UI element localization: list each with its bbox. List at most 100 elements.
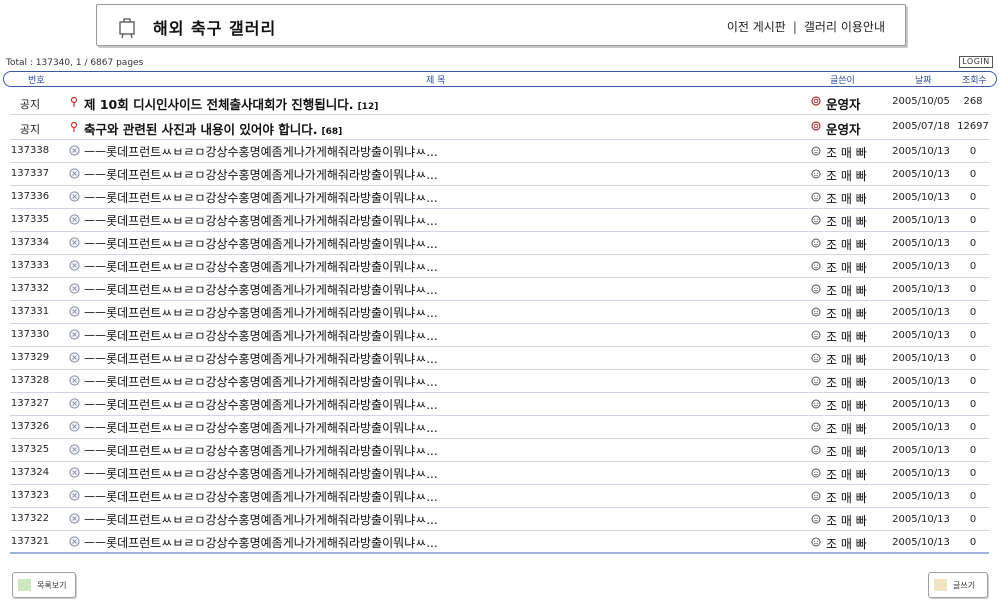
post-subject-link[interactable]: ㅡㅡ롯데프런트ㅆㅂㄹㅁ강상수홍명예좀게나가게해줘라방출이뭐냐ㅆ... [84,235,438,252]
post-subject-link[interactable]: ㅡㅡ롯데프런트ㅆㅂㄹㅁ강상수홍명예좀게나가게해줘라방출이뭐냐ㅆ... [84,258,438,275]
post-number: 137328 [10,375,50,386]
post-author[interactable]: 조 매 빠 [826,466,867,483]
post-bubble-icon [69,444,80,455]
notice-row: 공지 제 10회 디시인사이드 전체출사대회가 진행됩니다. [12] 운영자 2… [10,90,989,115]
post-author[interactable]: 조 매 빠 [826,305,867,322]
member-smiley-icon [811,146,821,156]
post-author[interactable]: 운영자 [826,94,861,113]
table-row: 137327 ㅡㅡ롯데프런트ㅆㅂㄹㅁ강상수홍명예좀게나가게해줘라방출이뭐냐ㅆ...… [10,393,989,416]
post-views: 0 [969,399,977,410]
post-number: 137327 [10,398,50,409]
post-date: 2005/10/13 [892,537,950,548]
table-row: 137338 ㅡㅡ롯데프런트ㅆㅂㄹㅁ강상수홍명예좀게나가게해줘라방출이뭐냐ㅆ...… [10,140,989,163]
list-view-button[interactable]: 목록보기 [12,572,76,598]
member-smiley-icon [811,422,821,432]
post-subject-link[interactable]: ㅡㅡ롯데프런트ㅆㅂㄹㅁ강상수홍명예좀게나가게해줘라방출이뭐냐ㅆ... [84,396,438,413]
post-views: 268 [963,96,983,107]
gallery-title: 해외 축구 갤러리 [153,19,277,38]
post-bubble-icon [69,513,80,524]
post-number: 공지 [19,123,41,136]
post-author[interactable]: 조 매 빠 [826,259,867,276]
post-date: 2005/10/13 [892,353,950,364]
post-author[interactable]: 조 매 빠 [826,236,867,253]
admin-emblem-icon [811,96,821,106]
post-author[interactable]: 조 매 빠 [826,512,867,529]
post-bubble-icon [69,168,80,179]
post-subject-link[interactable]: ㅡㅡ롯데프런트ㅆㅂㄹㅁ강상수홍명예좀게나가게해줘라방출이뭐냐ㅆ... [84,419,438,436]
post-views: 12697 [957,121,989,132]
post-subject-link[interactable]: ㅡㅡ롯데프런트ㅆㅂㄹㅁ강상수홍명예좀게나가게해줘라방출이뭐냐ㅆ... [84,442,438,459]
post-number: 137321 [10,536,50,547]
post-date: 2005/10/13 [892,238,950,249]
post-subject-link[interactable]: ㅡㅡ롯데프런트ㅆㅂㄹㅁ강상수홍명예좀게나가게해줘라방출이뭐냐ㅆ... [84,350,438,367]
post-subject-link[interactable]: ㅡㅡ롯데프런트ㅆㅂㄹㅁ강상수홍명예좀게나가게해줘라방출이뭐냐ㅆ... [84,189,438,206]
notice-subject-link[interactable]: 제 10회 디시인사이드 전체출사대회가 진행됩니다. [12] [84,94,378,113]
post-views: 0 [969,514,977,525]
notice-row: 공지 축구와 관련된 사진과 내용이 있어야 합니다. [68] 운영자 2005… [10,115,989,140]
post-bubble-icon [69,467,80,478]
column-num: 번호 [28,76,45,86]
post-number: 137322 [10,513,50,524]
post-author[interactable]: 조 매 빠 [826,328,867,345]
post-views: 0 [969,146,977,157]
prev-board-link[interactable]: 이전 게시판 [727,20,786,34]
post-subject-link[interactable]: ㅡㅡ롯데프런트ㅆㅂㄹㅁ강상수홍명예좀게나가게해줘라방출이뭐냐ㅆ... [84,212,438,229]
post-views: 0 [969,307,977,318]
post-subject-link[interactable]: ㅡㅡ롯데프런트ㅆㅂㄹㅁ강상수홍명예좀게나가게해줘라방출이뭐냐ㅆ... [84,534,438,551]
post-subject-link[interactable]: ㅡㅡ롯데프런트ㅆㅂㄹㅁ강상수홍명예좀게나가게해줘라방출이뭐냐ㅆ... [84,166,438,183]
member-smiley-icon [811,330,821,340]
table-row: 137321 ㅡㅡ롯데프런트ㅆㅂㄹㅁ강상수홍명예좀게나가게해줘라방출이뭐냐ㅆ...… [10,531,989,554]
post-author[interactable]: 조 매 빠 [826,443,867,460]
login-button[interactable]: LOGIN [959,56,993,68]
post-author[interactable]: 조 매 빠 [826,282,867,299]
table-row: 137330 ㅡㅡ롯데프런트ㅆㅂㄹㅁ강상수홍명예좀게나가게해줘라방출이뭐냐ㅆ...… [10,324,989,347]
table-row: 137332 ㅡㅡ롯데프런트ㅆㅂㄹㅁ강상수홍명예좀게나가게해줘라방출이뭐냐ㅆ...… [10,278,989,301]
post-subject-link[interactable]: ㅡㅡ롯데프런트ㅆㅂㄹㅁ강상수홍명예좀게나가게해줘라방출이뭐냐ㅆ... [84,465,438,482]
column-header: 번호 제 목 글쓴이 날짜 조회수 [3,71,997,87]
post-author[interactable]: 조 매 빠 [826,397,867,414]
post-author[interactable]: 조 매 빠 [826,351,867,368]
notice-subject: 제 10회 디시인사이드 전체출사대회가 진행됩니다. [84,97,354,112]
post-bubble-icon [69,237,80,248]
post-author[interactable]: 운영자 [826,119,861,138]
post-views: 0 [969,192,977,203]
post-subject-link[interactable]: ㅡㅡ롯데프런트ㅆㅂㄹㅁ강상수홍명예좀게나가게해줘라방출이뭐냐ㅆ... [84,511,438,528]
post-author[interactable]: 조 매 빠 [826,167,867,184]
post-date: 2005/10/13 [892,445,950,456]
notice-subject-link[interactable]: 축구와 관련된 사진과 내용이 있어야 합니다. [68] [84,119,342,138]
write-button[interactable]: 글쓰기 [928,572,988,598]
member-smiley-icon [811,353,821,363]
member-smiley-icon [811,284,821,294]
post-subject-link[interactable]: ㅡㅡ롯데프런트ㅆㅂㄹㅁ강상수홍명예좀게나가게해줘라방출이뭐냐ㅆ... [84,281,438,298]
column-views: 조회수 [962,76,987,86]
post-author[interactable]: 조 매 빠 [826,374,867,391]
post-author[interactable]: 조 매 빠 [826,535,867,552]
post-bubble-icon [69,329,80,340]
post-author[interactable]: 조 매 빠 [826,213,867,230]
notice-pin-icon [70,97,78,107]
post-subject-link[interactable]: ㅡㅡ롯데프런트ㅆㅂㄹㅁ강상수홍명예좀게나가게해줘라방출이뭐냐ㅆ... [84,304,438,321]
post-subject-link[interactable]: ㅡㅡ롯데프런트ㅆㅂㄹㅁ강상수홍명예좀게나가게해줘라방출이뭐냐ㅆ... [84,327,438,344]
post-author[interactable]: 조 매 빠 [826,144,867,161]
post-subject-link[interactable]: ㅡㅡ롯데프런트ㅆㅂㄹㅁ강상수홍명예좀게나가게해줘라방출이뭐냐ㅆ... [84,143,438,160]
table-row: 137334 ㅡㅡ롯데프런트ㅆㅂㄹㅁ강상수홍명예좀게나가게해줘라방출이뭐냐ㅆ...… [10,232,989,255]
post-bubble-icon [69,260,80,271]
table-row: 137335 ㅡㅡ롯데프런트ㅆㅂㄹㅁ강상수홍명예좀게나가게해줘라방출이뭐냐ㅆ...… [10,209,989,232]
post-date: 2005/10/13 [892,514,950,525]
post-number: 137333 [10,260,50,271]
table-row: 137329 ㅡㅡ롯데프런트ㅆㅂㄹㅁ강상수홍명예좀게나가게해줘라방출이뭐냐ㅆ...… [10,347,989,370]
header-link-separator: | [792,20,797,34]
post-subject-link[interactable]: ㅡㅡ롯데프런트ㅆㅂㄹㅁ강상수홍명예좀게나가게해줘라방출이뭐냐ㅆ... [84,373,438,390]
post-subject-link[interactable]: ㅡㅡ롯데프런트ㅆㅂㄹㅁ강상수홍명예좀게나가게해줘라방출이뭐냐ㅆ... [84,488,438,505]
gallery-guide-link[interactable]: 갤러리 이용안내 [804,20,885,34]
post-author[interactable]: 조 매 빠 [826,190,867,207]
column-date: 날짜 [915,76,932,86]
post-author[interactable]: 조 매 빠 [826,489,867,506]
post-number: 137329 [10,352,50,363]
member-smiley-icon [811,215,821,225]
post-date: 2005/10/13 [892,192,950,203]
post-date: 2005/10/13 [892,169,950,180]
post-number: 137331 [10,306,50,317]
post-author[interactable]: 조 매 빠 [826,420,867,437]
admin-emblem-icon [811,121,821,131]
